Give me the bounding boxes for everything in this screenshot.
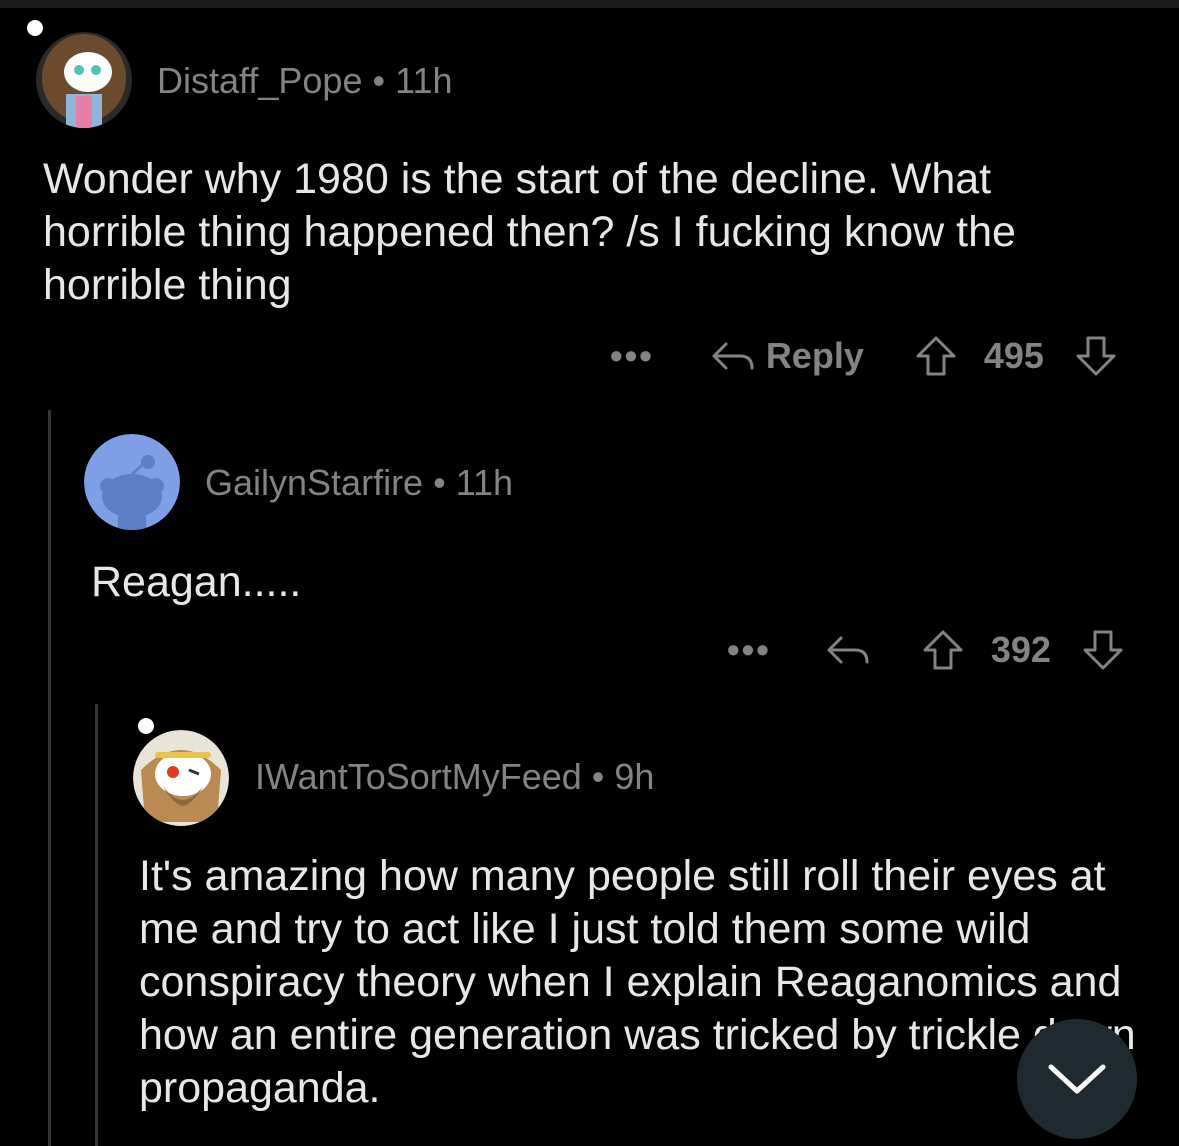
online-indicator	[27, 20, 43, 36]
avatar[interactable]	[84, 434, 180, 530]
scroll-down-button[interactable]	[1017, 1019, 1137, 1139]
upvote-arrow-icon	[923, 630, 963, 670]
chevron-down-icon	[1048, 1064, 1106, 1094]
comment-body: Reagan.....	[91, 558, 302, 606]
comment-age: 11h	[455, 462, 514, 503]
reply-arrow-icon	[827, 636, 869, 664]
avatar[interactable]	[36, 32, 132, 128]
username[interactable]: GailynStarfire	[205, 462, 423, 503]
comment-body: Wonder why 1980 is the start of the decl…	[43, 155, 1016, 309]
score: 495	[983, 335, 1044, 376]
downvote-arrow-icon	[1076, 336, 1116, 376]
comment-age: 11h	[395, 60, 453, 101]
thread-line[interactable]	[48, 410, 51, 1146]
comment-meta: IWantToSortMyFeed • 9h	[255, 756, 654, 798]
comment-age: 9h	[614, 756, 655, 797]
online-indicator	[138, 718, 154, 734]
downvote-arrow-icon	[1083, 630, 1123, 670]
thread-line[interactable]	[95, 704, 98, 1146]
upvote-button[interactable]	[921, 628, 965, 672]
downvote-button[interactable]	[1081, 628, 1125, 672]
downvote-button[interactable]	[1074, 334, 1118, 378]
reply-label: Reply	[765, 335, 864, 376]
more-options-button[interactable]: •••	[727, 632, 771, 668]
comment-actions: ••• Reply 495	[610, 334, 1118, 378]
comment-actions: ••• 392	[727, 628, 1125, 672]
meta-separator: •	[433, 462, 446, 503]
upvote-button[interactable]	[914, 334, 958, 378]
comment-meta: Distaff_Pope • 11h	[157, 60, 453, 102]
avatar[interactable]	[133, 730, 229, 826]
comment-meta: GailynStarfire • 11h	[205, 462, 513, 504]
reply-button[interactable]	[825, 632, 871, 668]
reply-arrow-icon	[710, 338, 756, 374]
username[interactable]: Distaff_Pope	[157, 60, 362, 101]
meta-separator: •	[372, 60, 386, 101]
username[interactable]: IWantToSortMyFeed	[255, 756, 582, 797]
top-bar	[0, 0, 1179, 8]
more-options-button[interactable]: •••	[610, 338, 654, 374]
score: 392	[990, 629, 1051, 670]
upvote-arrow-icon	[916, 336, 956, 376]
meta-separator: •	[591, 756, 605, 797]
reply-button[interactable]: Reply	[710, 335, 864, 377]
comment-body: It's amazing how many people still roll …	[139, 852, 1136, 1112]
